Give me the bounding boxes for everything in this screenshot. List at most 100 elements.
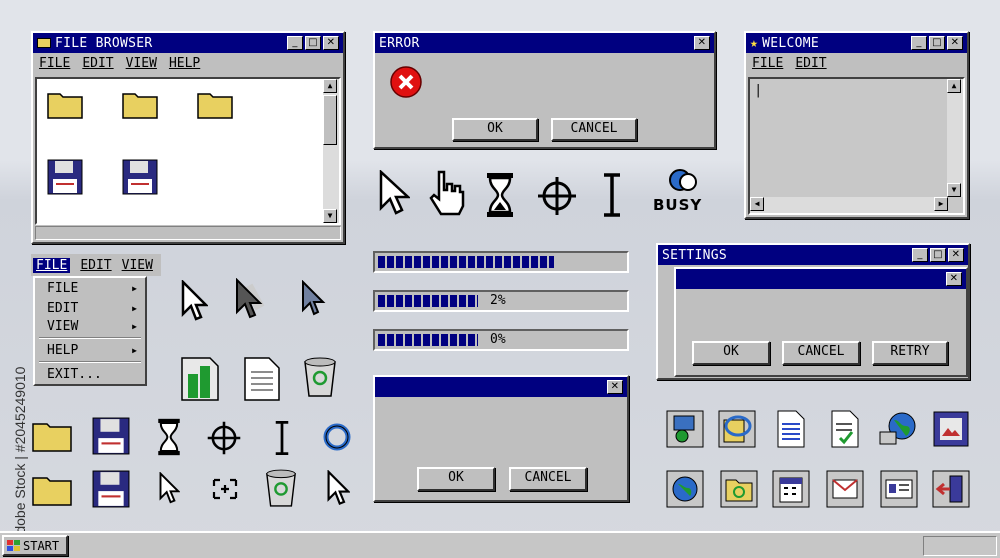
menu-file-active[interactable]: FILE [33,257,71,273]
error-titlebar[interactable]: ERROR ✕ [375,33,714,53]
maximize-button[interactable]: □ [305,36,321,50]
menu-file[interactable]: FILE [752,56,783,71]
file-list-pane[interactable]: ▲ ▼ [35,77,341,225]
dropdown-menu: FILE ▶ EDIT ▶ VIEW ▶ HELP ▶ EXIT... [33,276,147,386]
menu-file[interactable]: FILE [39,56,70,71]
close-button[interactable]: ✕ [948,248,964,262]
crosshair-icon [207,421,241,455]
text-cursor-icon [604,173,620,217]
window-title: FILE BROWSER [55,35,153,51]
internet-explorer-icon [718,410,756,448]
ok-button[interactable]: OK [417,467,495,491]
arrow-cursor-icon [327,470,350,505]
menu-help[interactable]: HELP [169,56,200,71]
progress-bar: 0% [373,329,629,351]
vertical-scrollbar[interactable]: ▲ ▼ [323,79,339,223]
arrow-dark-cursor-icon [302,280,326,316]
menu-view[interactable]: VIEW [122,258,153,273]
maximize-button[interactable]: □ [929,36,945,50]
folder-icon[interactable] [197,89,233,119]
start-label: START [23,538,60,553]
menu-item-label: EDIT [47,300,79,316]
menu-edit[interactable]: EDIT [82,56,113,71]
menu-edit[interactable]: EDIT [80,258,111,273]
mail-icon [826,470,864,508]
folder-icon[interactable] [47,89,83,119]
progress-bar: 2% [373,290,629,312]
crosshair-icon [538,177,576,215]
menu-item-label: EXIT... [47,366,102,382]
inner-titlebar[interactable]: ✕ [676,269,966,289]
minimize-button[interactable]: _ [911,36,927,50]
menu-view[interactable]: VIEW [126,56,157,71]
retry-button[interactable]: RETRY [872,341,948,365]
scroll-right-button[interactable]: ▶ [934,197,948,211]
minimize-button[interactable]: _ [287,36,303,50]
window-title: SETTINGS [662,247,728,263]
arrow-cursor-icon [181,280,208,321]
welcome-titlebar[interactable]: ★ WELCOME _ □ ✕ [746,33,967,53]
hourglass-icon [487,173,513,217]
ok-button[interactable]: OK [452,118,538,141]
recycle-folder-icon [720,470,758,508]
folder-icon[interactable] [122,89,158,119]
cancel-button[interactable]: CANCEL [509,467,587,491]
file-browser-titlebar[interactable]: FILE BROWSER _ □ ✕ [33,33,343,53]
dialog-titlebar[interactable]: ✕ [375,377,627,397]
exit-door-icon [932,470,970,508]
arrow-cursor-icon [159,472,180,504]
system-tray[interactable] [923,536,997,556]
close-button[interactable]: ✕ [694,36,710,50]
text-cursor-icon [275,420,289,456]
close-button[interactable]: ✕ [323,36,339,50]
close-button[interactable]: ✕ [946,272,962,286]
document-icon [244,357,280,401]
vertical-scrollbar[interactable]: ▲ ▼ [947,79,963,197]
blank-dialog: ✕ OK CANCEL [373,375,629,502]
id-card-icon [880,470,918,508]
scroll-down-button[interactable]: ▼ [947,183,961,197]
close-button[interactable]: ✕ [607,380,623,394]
maximize-button[interactable]: □ [930,248,946,262]
cancel-button[interactable]: CANCEL [782,341,860,365]
horizontal-scrollbar[interactable]: ◀ ▶ [750,197,948,213]
busy-label: BUSY [653,196,703,214]
menu-edit[interactable]: EDIT [795,56,826,71]
menu-bar: FILE EDIT VIEW HELP [33,53,343,73]
battery-icon [181,357,219,401]
menu-item-help[interactable]: HELP ▶ [35,341,145,359]
text-document-icon [777,410,805,448]
window-title: WELCOME [762,35,820,51]
menu-item-label: VIEW [47,318,79,334]
menu-item-label: FILE [47,281,79,296]
scroll-up-button[interactable]: ▲ [323,79,337,93]
submenu-arrow-icon: ▶ [132,321,137,331]
floppy-disk-icon[interactable] [122,159,158,195]
scroll-left-button[interactable]: ◀ [750,197,764,211]
menu-separator [39,337,141,339]
close-button[interactable]: ✕ [947,36,963,50]
settings-titlebar[interactable]: SETTINGS _ □ ✕ [658,245,968,265]
progress-fill [378,295,478,307]
move-cursor-icon [212,478,238,500]
menu-item-file[interactable]: FILE ▶ [35,278,145,299]
menu-item-view[interactable]: VIEW ▶ [35,317,145,335]
text-area[interactable]: | ▲ ▼ ◀ ▶ [748,77,965,215]
submenu-arrow-icon: ▶ [132,345,137,355]
folder-icon [32,477,72,506]
scroll-thumb[interactable] [323,95,337,145]
start-button[interactable]: START [2,535,68,556]
calendar-icon [772,470,810,508]
scroll-up-button[interactable]: ▲ [947,79,961,93]
minimize-button[interactable]: _ [912,248,928,262]
taskbar: START [0,531,1000,558]
floppy-disk-icon[interactable] [47,159,83,195]
menu-item-edit[interactable]: EDIT ▶ [35,299,145,317]
progress-bar [373,251,629,273]
ok-button[interactable]: OK [692,341,770,365]
menu-item-exit[interactable]: EXIT... [35,365,145,383]
checklist-icon [831,410,859,448]
cancel-button[interactable]: CANCEL [551,118,637,141]
scroll-down-button[interactable]: ▼ [323,209,337,223]
error-icon [390,66,422,98]
